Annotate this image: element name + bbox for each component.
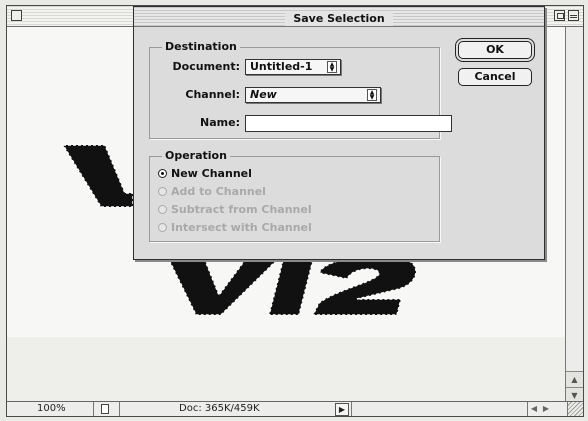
artwork-letter-i — [268, 259, 314, 316]
operation-group: Operation New Channel Add to Channel Sub… — [149, 149, 440, 242]
popup-arrows-icon: ▲ ▼ — [367, 89, 377, 101]
document-label: Document: — [172, 60, 240, 73]
artwork-letter-2 — [311, 255, 417, 316]
channel-label: Channel: — [185, 88, 240, 101]
zoom-box-icon[interactable] — [554, 10, 565, 21]
name-field[interactable] — [245, 115, 452, 132]
destination-group: Destination Document: Untitled-1 ▲ ▼ Chan… — [149, 40, 452, 139]
status-menu-arrow-icon[interactable]: ▶ — [335, 403, 349, 416]
scroll-up-icon[interactable]: ▲ — [566, 371, 583, 387]
destination-group-title: Destination — [162, 40, 240, 54]
channel-popup[interactable]: New ▲ ▼ — [245, 87, 381, 103]
cancel-button[interactable]: Cancel — [458, 68, 532, 86]
dialog-title: Save Selection — [285, 12, 393, 26]
radio-label: Subtract from Channel — [171, 203, 312, 216]
radio-label: Intersect with Channel — [171, 221, 312, 234]
artwork-fragment-left — [61, 144, 134, 208]
artwork-letter-v — [167, 259, 279, 316]
save-selection-dialog: Save Selection Destination Document: Unt… — [133, 6, 545, 260]
resize-grip-icon[interactable] — [567, 402, 583, 416]
scroll-right-icon[interactable]: ▶ — [540, 402, 552, 416]
radio-button-icon — [158, 205, 167, 214]
radio-label: Add to Channel — [171, 185, 266, 198]
channel-popup-value: New — [250, 88, 277, 101]
doc-size-readout: Doc: 365K/459K — [179, 403, 260, 414]
operation-group-title: Operation — [162, 149, 230, 163]
scroll-left-icon[interactable]: ◀ — [528, 402, 540, 416]
document-popup[interactable]: Untitled-1 ▲ ▼ — [245, 59, 341, 75]
radio-button-icon — [158, 169, 167, 178]
page-preview-icon[interactable] — [101, 404, 109, 414]
ok-button[interactable]: OK — [458, 41, 532, 59]
status-bar: 100% Doc: 365K/459K ▶ ◀ ▶ — [7, 401, 583, 416]
radio-button-icon — [158, 187, 167, 196]
radio-label: New Channel — [171, 167, 252, 180]
close-box-icon[interactable] — [11, 10, 22, 21]
zoom-level[interactable]: 100% — [37, 403, 66, 414]
radio-button-icon — [158, 223, 167, 232]
artwork-letters — [167, 255, 417, 316]
name-label: Name: — [200, 116, 240, 129]
dialog-titlebar[interactable]: Save Selection — [134, 7, 544, 27]
vertical-scrollbar[interactable]: ▲ ▼ — [565, 27, 583, 403]
horizontal-scroll-arrows[interactable]: ◀ ▶ — [527, 402, 568, 416]
collapse-box-icon[interactable] — [568, 10, 579, 21]
horizontal-scrollbar[interactable] — [351, 402, 524, 416]
document-popup-value: Untitled-1 — [250, 60, 313, 73]
popup-arrows-icon: ▲ ▼ — [327, 61, 337, 73]
